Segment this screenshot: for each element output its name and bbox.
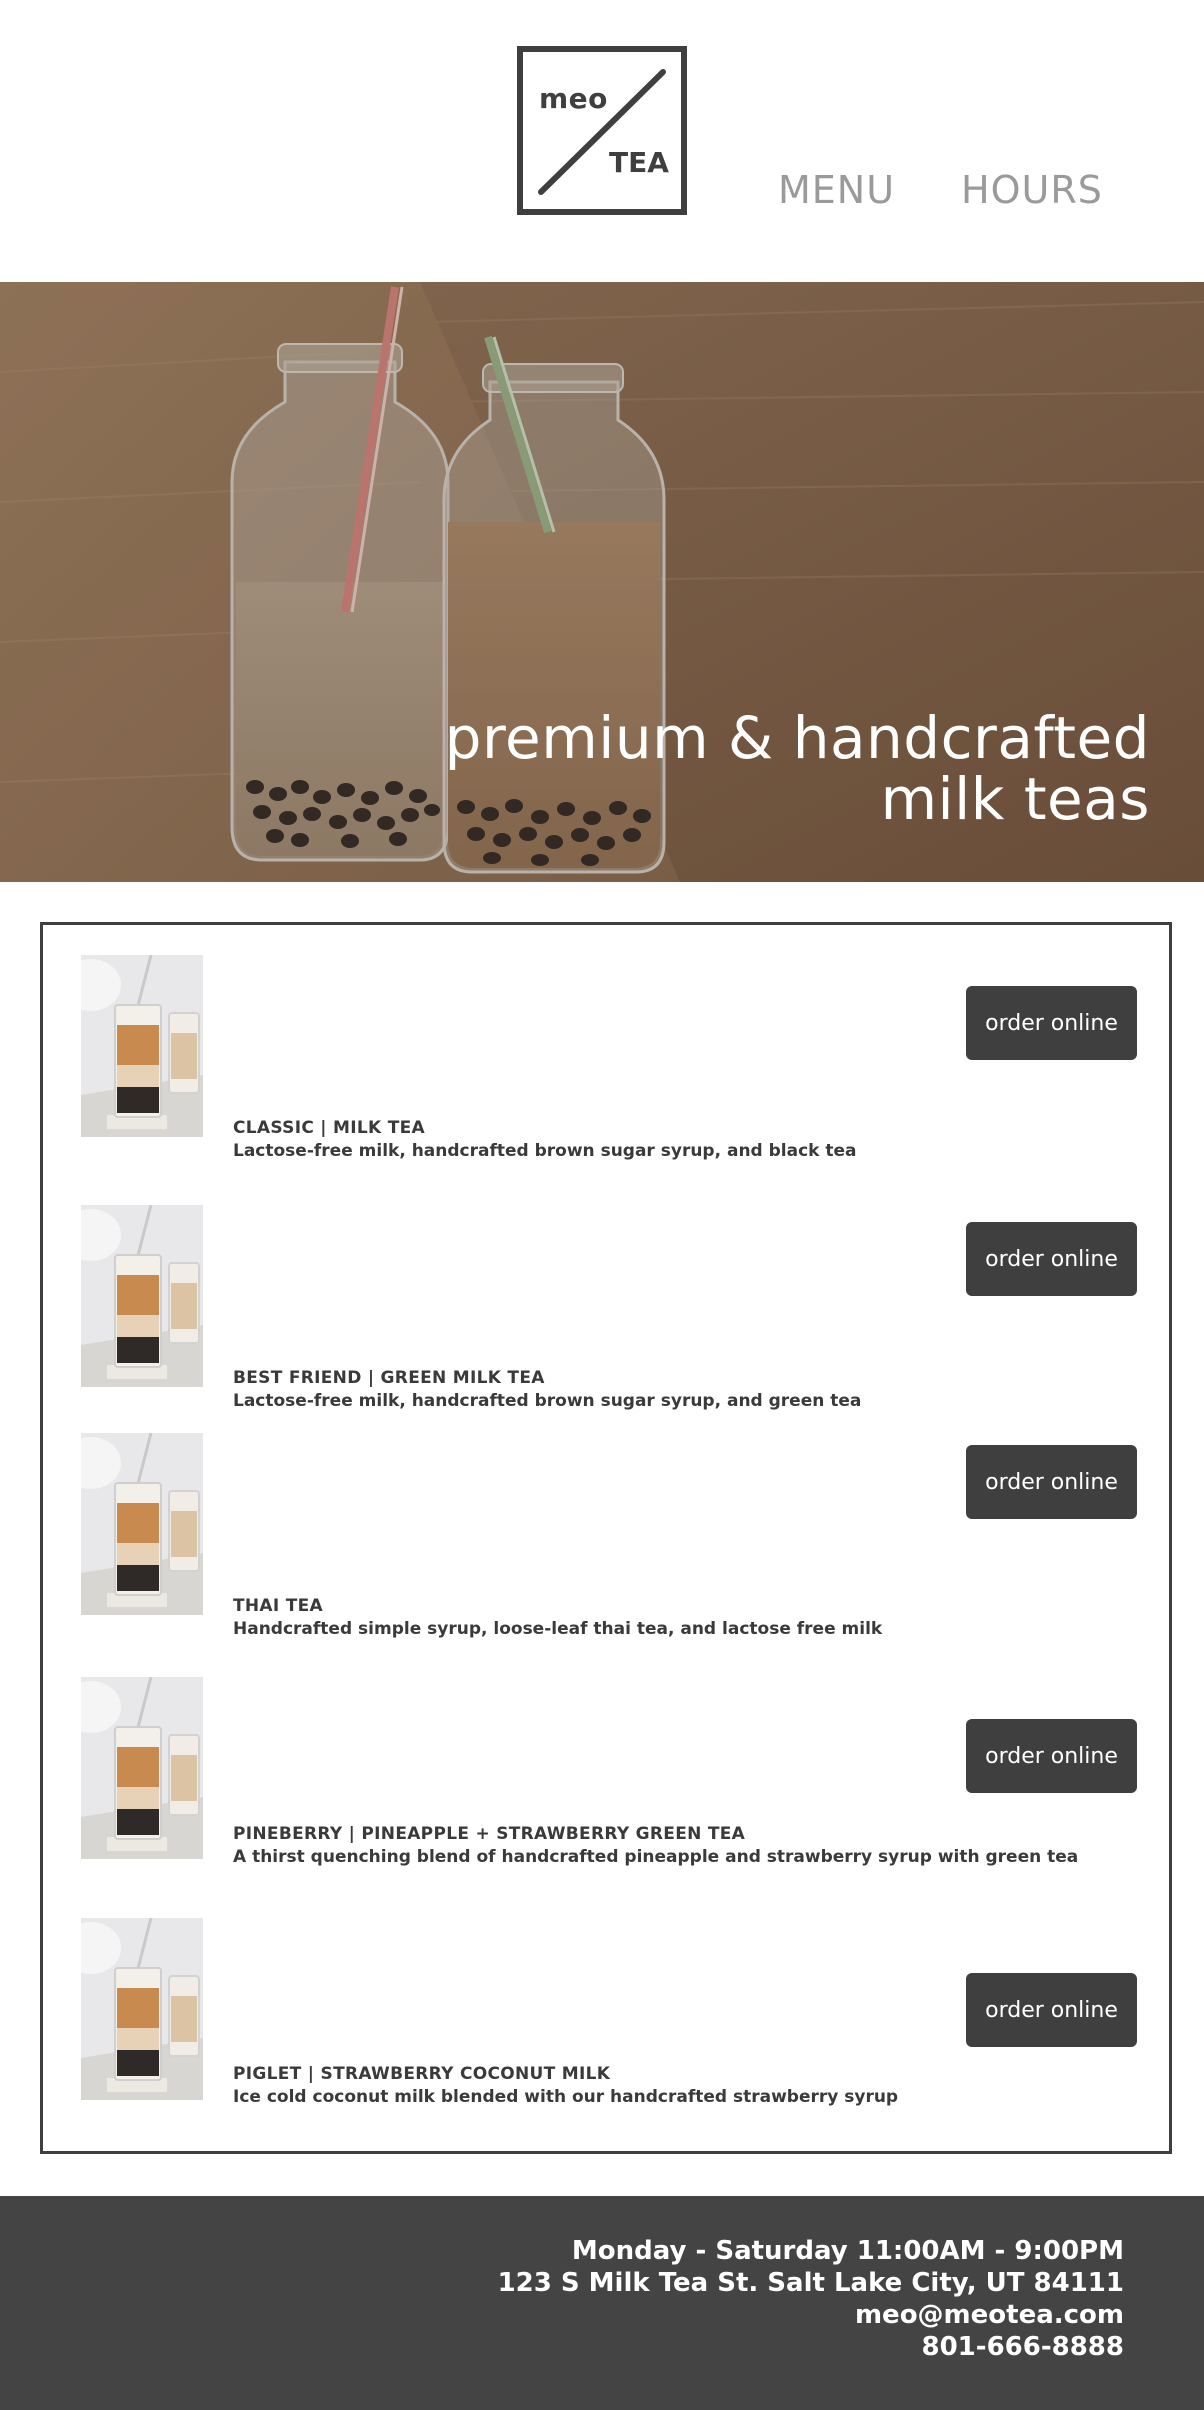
menu-item-name: PINEBERRY | PINEAPPLE + STRAWBERRY GREEN…: [233, 1824, 746, 1844]
footer-email[interactable]: meo@meotea.com: [855, 2300, 1124, 2330]
menu-item-description: Ice cold coconut milk blended with our h…: [233, 2087, 899, 2107]
hero-banner: premium & handcrafted milk teas: [0, 282, 1204, 882]
menu-item-description: Lactose-free milk, handcrafted brown sug…: [233, 1141, 857, 1161]
menu-item-name: CLASSIC | MILK TEA: [233, 1118, 425, 1138]
menu-list: CLASSIC | MILK TEA Lactose-free milk, ha…: [40, 922, 1172, 2154]
footer-hours: Monday - Saturday 11:00AM - 9:00PM: [571, 2236, 1124, 2266]
site-footer: Monday - Saturday 11:00AM - 9:00PM 123 S…: [0, 2196, 1204, 2410]
order-online-button[interactable]: order online: [966, 1973, 1137, 2047]
milk-tea-glass-photo: [81, 1433, 203, 1615]
site-header: meo TEA MENU HOURS: [0, 0, 1204, 282]
logo-slash-icon: [538, 69, 666, 195]
footer-phone[interactable]: 801-666-8888: [922, 2332, 1125, 2362]
menu-item-piglet: PIGLET | STRAWBERRY COCONUT MILK Ice col…: [43, 1918, 1169, 2118]
order-online-button[interactable]: order online: [966, 1445, 1137, 1519]
milk-tea-glass-photo: [81, 1205, 203, 1387]
order-online-button[interactable]: order online: [966, 1719, 1137, 1793]
main-nav: MENU HOURS: [778, 168, 1103, 212]
menu-item-description: Lactose-free milk, handcrafted brown sug…: [233, 1391, 862, 1411]
order-online-button[interactable]: order online: [966, 1222, 1137, 1296]
menu-item-name: PIGLET | STRAWBERRY COCONUT MILK: [233, 2064, 611, 2084]
menu-item-name: THAI TEA: [233, 1596, 323, 1616]
milk-tea-glass-photo: [81, 1918, 203, 2100]
menu-item-thai-tea: THAI TEA Handcrafted simple syrup, loose…: [43, 1433, 1169, 1639]
logo-word-meo: meo: [539, 82, 608, 115]
menu-item-name: BEST FRIEND | GREEN MILK TEA: [233, 1368, 545, 1388]
order-online-button[interactable]: order online: [966, 986, 1137, 1060]
hero-headline-line1: premium & handcrafted: [444, 704, 1150, 772]
nav-menu-link[interactable]: MENU: [778, 168, 895, 212]
menu-item-description: A thirst quenching blend of handcrafted …: [233, 1847, 1079, 1867]
meo-tea-logo[interactable]: meo TEA: [517, 46, 687, 215]
nav-hours-link[interactable]: HOURS: [961, 168, 1103, 212]
menu-item-pineberry: PINEBERRY | PINEAPPLE + STRAWBERRY GREEN…: [43, 1677, 1169, 1877]
logo-word-tea: TEA: [609, 146, 669, 179]
footer-address: 123 S Milk Tea St. Salt Lake City, UT 84…: [497, 2268, 1124, 2298]
milk-tea-glass-photo: [81, 1677, 203, 1859]
menu-item-description: Handcrafted simple syrup, loose-leaf tha…: [233, 1619, 883, 1639]
menu-item-classic: CLASSIC | MILK TEA Lactose-free milk, ha…: [43, 955, 1169, 1161]
hero-headline-line2: milk teas: [880, 765, 1150, 833]
milk-tea-glass-photo: [81, 955, 203, 1137]
menu-item-best-friend: BEST FRIEND | GREEN MILK TEA Lactose-fre…: [43, 1205, 1169, 1411]
